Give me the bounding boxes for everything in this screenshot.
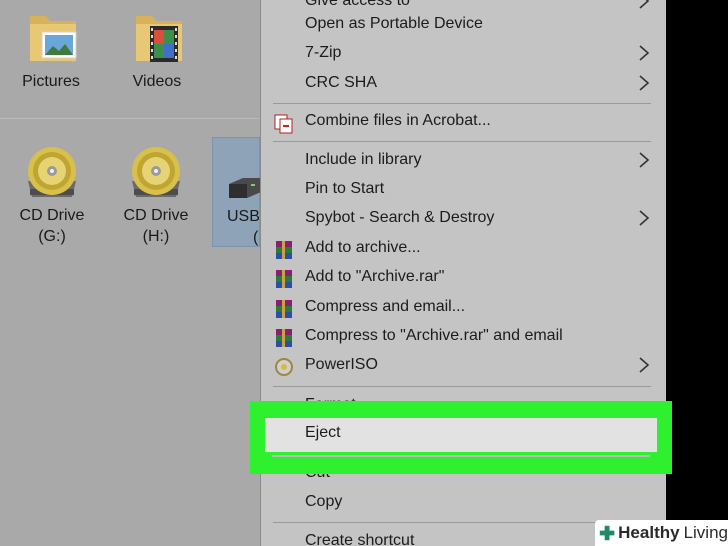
chevron-right-icon	[639, 45, 650, 61]
poweriso-icon	[275, 358, 293, 376]
menu-item-label: Include in library	[305, 151, 422, 168]
drive-label-line1: CD Drive	[123, 207, 189, 224]
menu-item-label: Spybot - Search & Destroy	[305, 209, 495, 226]
menu-item-compress-rar-email[interactable]: Compress to "Archive.rar" and email	[261, 323, 665, 352]
menu-item-copy[interactable]: Copy	[261, 489, 665, 518]
menu-item-7zip[interactable]: 7-Zip	[261, 40, 665, 69]
videos-label: Videos	[132, 73, 182, 90]
watermark-brand-2: Living	[683, 523, 728, 542]
menu-item-label: Add to archive...	[305, 239, 421, 256]
menu-item-label: Add to "Archive.rar"	[305, 268, 445, 285]
winrar-icon	[276, 270, 292, 288]
menu-item-poweriso[interactable]: PowerISO	[261, 352, 665, 381]
screenshot: Pictures Videos CD Drive (G:) CD Drive (…	[0, 0, 728, 546]
chevron-right-icon	[639, 152, 650, 168]
menu-item-label: Give access to	[305, 0, 410, 9]
menu-item-crc-sha[interactable]: CRC SHA	[261, 70, 665, 99]
drive-label-line1: CD Drive	[19, 207, 85, 224]
pictures-label: Pictures	[22, 73, 80, 90]
cd-drive-icon	[132, 147, 180, 197]
plus-logo-icon	[599, 525, 615, 541]
menu-item-spybot[interactable]: Spybot - Search & Destroy	[261, 205, 665, 234]
winrar-icon	[276, 329, 292, 347]
desktop-background	[666, 0, 728, 546]
section-divider	[0, 118, 260, 119]
menu-item-combine-acrobat[interactable]: Combine files in Acrobat...	[261, 108, 665, 137]
menu-item-label: Eject	[305, 424, 341, 441]
watermark-brand: Healthy	[618, 523, 680, 542]
menu-item-label: Create shortcut	[305, 532, 415, 546]
menu-item-add-archive[interactable]: Add to archive...	[261, 235, 665, 264]
menu-item-label: PowerISO	[305, 356, 378, 373]
watermark: Healthy Living	[595, 520, 728, 546]
usb-label-line1: USB	[227, 208, 260, 225]
menu-item-label: Pin to Start	[305, 180, 385, 197]
usb-drive[interactable]: USB (	[212, 137, 261, 247]
chevron-right-icon	[639, 210, 650, 226]
winrar-icon	[276, 300, 292, 318]
menu-item-label: Copy	[305, 493, 343, 510]
winrar-icon	[276, 241, 292, 259]
drive-label-line2: (H:)	[142, 228, 170, 245]
cd-drive-icon	[28, 147, 76, 197]
menu-item-label: Combine files in Acrobat...	[305, 112, 491, 129]
menu-item-eject[interactable]: Eject	[265, 418, 657, 452]
menu-item-label: CRC SHA	[305, 74, 378, 91]
menu-item-label: Compress and email...	[305, 298, 466, 315]
pictures-folder-icon	[30, 16, 77, 61]
menu-separator	[272, 455, 650, 457]
chevron-right-icon	[639, 357, 650, 373]
menu-item-add-archive-rar[interactable]: Add to "Archive.rar"	[261, 264, 665, 293]
chevron-right-icon	[639, 75, 650, 91]
menu-separator	[273, 141, 651, 142]
menu-item-label: Open as Portable Device	[305, 15, 483, 32]
usb-label-line2: (	[253, 229, 259, 246]
menu-item-open-portable[interactable]: Open as Portable Device	[261, 11, 665, 40]
menu-separator	[273, 386, 651, 387]
usb-drive-icon	[229, 178, 261, 198]
menu-item-label: 7-Zip	[305, 44, 342, 61]
menu-item-label: Compress to "Archive.rar" and email	[305, 327, 563, 344]
explorer-pane: Pictures Videos CD Drive (G:) CD Drive (…	[0, 0, 261, 546]
acrobat-icon	[274, 114, 293, 134]
menu-separator	[273, 103, 651, 104]
menu-item-compress-email[interactable]: Compress and email...	[261, 294, 665, 323]
menu-item-include-library[interactable]: Include in library	[261, 147, 665, 176]
videos-folder-icon	[136, 16, 182, 62]
menu-item-pin-start[interactable]: Pin to Start	[261, 176, 665, 205]
drive-label-line2: (G:)	[38, 228, 66, 245]
